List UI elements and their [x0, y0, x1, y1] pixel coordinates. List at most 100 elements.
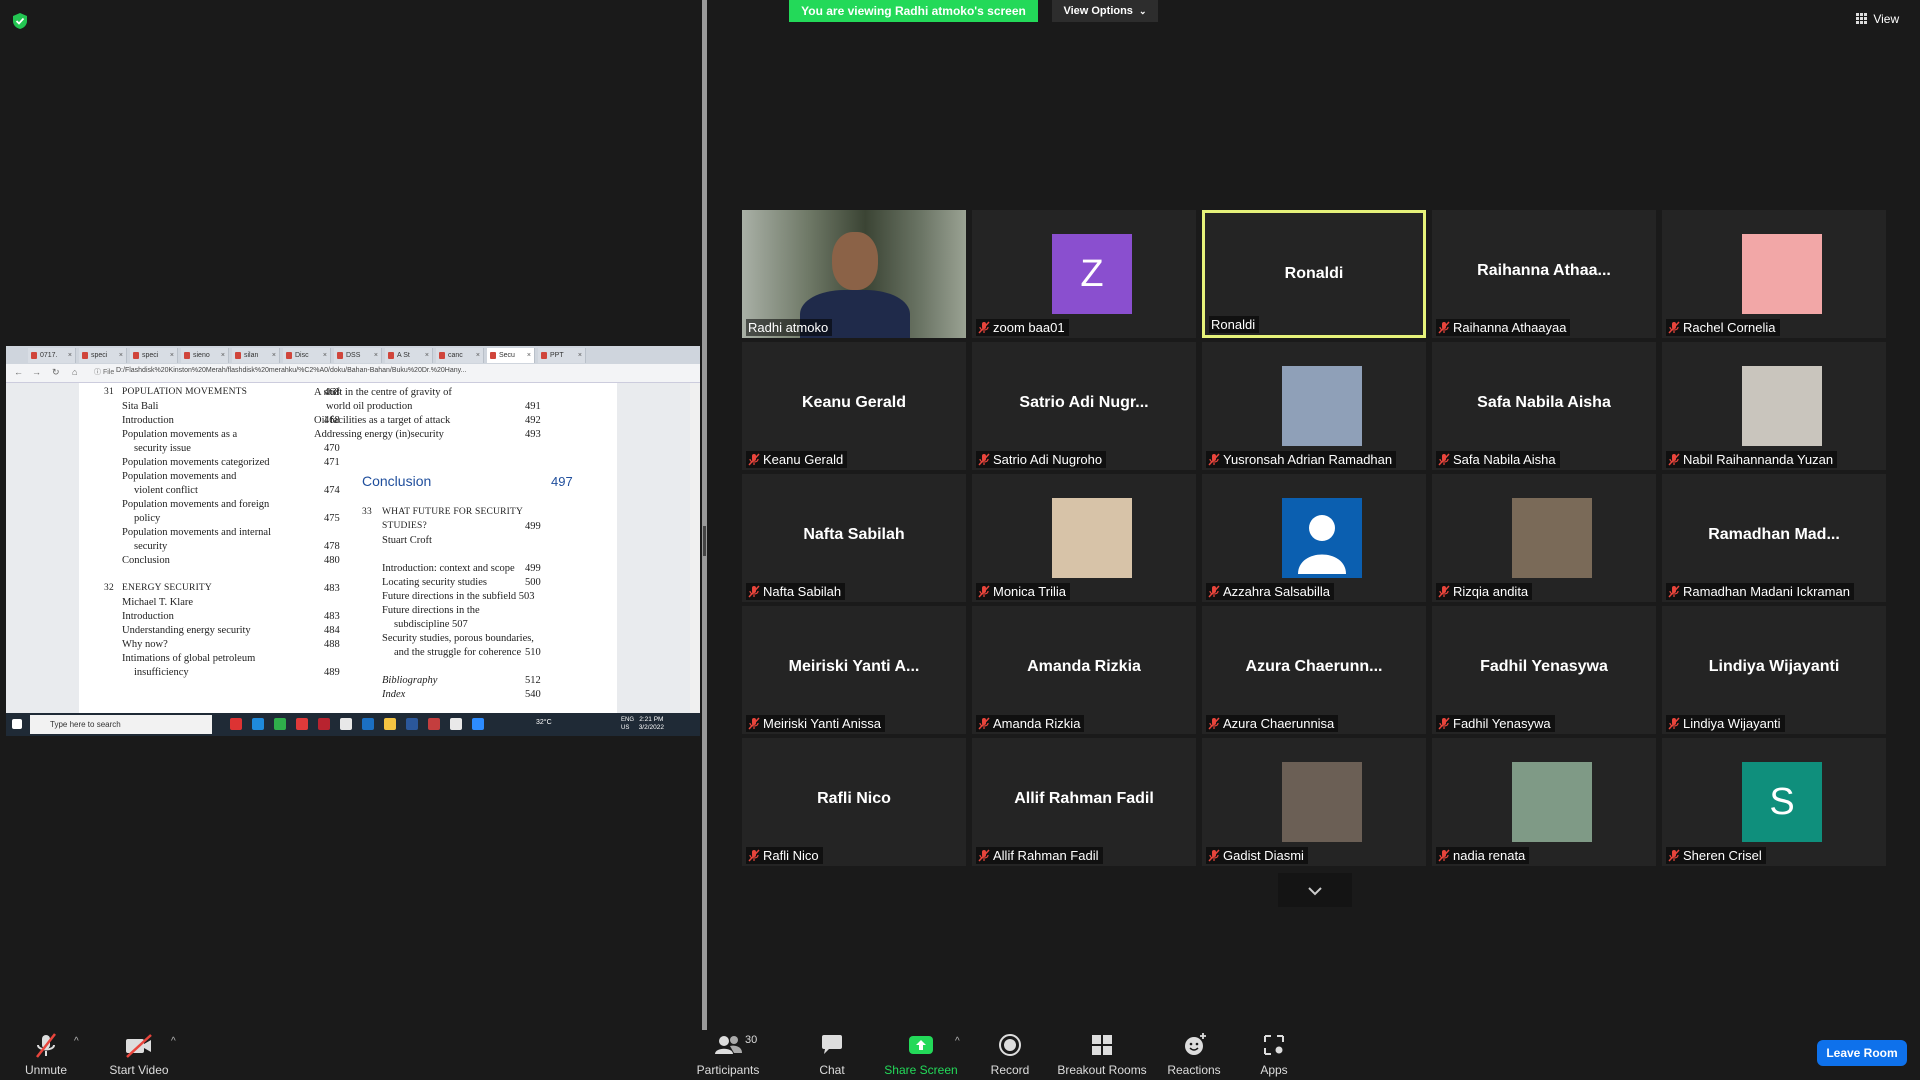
video-options-caret-icon[interactable]: ^	[171, 1036, 176, 1047]
participant-tile[interactable]: Lindiya Wijayanti Lindiya Wijayanti	[1662, 606, 1886, 734]
share-screen-button[interactable]: Share Screen	[878, 1030, 964, 1080]
pdf-page-number: 470	[324, 443, 340, 454]
participant-tile[interactable]: Nabil Raihannanda Yuzan	[1662, 342, 1886, 470]
participant-name: Ronaldi	[1211, 317, 1256, 332]
reactions-button[interactable]: Reactions	[1164, 1030, 1224, 1080]
browser-tab-label: Disc	[295, 352, 309, 359]
chat-button[interactable]: Chat	[802, 1030, 862, 1080]
pdf-toc-entry: A shift in the centre of gravity of	[314, 387, 452, 398]
participant-tile[interactable]: Meiriski Yanti A... Meiriski Yanti Anissa	[742, 606, 966, 734]
participant-display-name: Meiriski Yanti A...	[788, 658, 920, 675]
participant-tile[interactable]: nadia renata	[1432, 738, 1656, 866]
browser-tab: speci ×	[130, 348, 178, 363]
participant-display-name: Allif Rahman Fadil	[1014, 790, 1154, 807]
participant-name: Safa Nabila Aisha	[1453, 452, 1556, 467]
participant-tile[interactable]: S Sheren Crisel	[1662, 738, 1886, 866]
start-video-button[interactable]: Start Video	[104, 1030, 174, 1080]
mic-muted-icon	[748, 849, 760, 862]
participant-tile[interactable]: Azura Chaerunn... Azura Chaerunnisa	[1202, 606, 1426, 734]
gallery-next-page-button[interactable]	[1278, 873, 1352, 907]
participant-gallery: Radhi atmoko Zzoom baa01 Ronaldi Ronaldi Rai…	[742, 210, 1888, 870]
mic-muted-icon	[1438, 717, 1450, 730]
split-divider-grip[interactable]	[703, 526, 706, 556]
participant-name-label: Keanu Gerald	[746, 451, 848, 468]
participant-name-label: Ronaldi	[1209, 316, 1260, 333]
participant-tile[interactable]: Azzahra Salsabilla	[1202, 474, 1426, 602]
participant-name-label: nadia renata	[1436, 847, 1530, 864]
participant-display-name: Amanda Rizkia	[1027, 658, 1141, 675]
participant-tile[interactable]: Nafta Sabilah Nafta Sabilah	[742, 474, 966, 602]
view-button[interactable]: View	[1856, 8, 1906, 30]
participant-name-label: Azura Chaerunnisa	[1206, 715, 1339, 732]
mic-muted-icon	[748, 453, 760, 466]
mic-muted-icon	[36, 1033, 56, 1058]
view-options-button[interactable]: View Options ⌄	[1052, 0, 1158, 22]
taskbar-clock: 2:21 PM 3/2/2022	[639, 716, 664, 732]
windows-taskbar: Type here to search 32°C ENG US 2:21 PM …	[6, 713, 700, 736]
pdf-page-number: 540	[525, 689, 541, 700]
participant-tile[interactable]: Fadhil Yenasywa Fadhil Yenasywa	[1432, 606, 1656, 734]
pdf-page-number: 489	[324, 667, 340, 678]
pdf-page-number: 480	[324, 555, 340, 566]
participant-tile[interactable]: Ronaldi Ronaldi	[1202, 210, 1426, 338]
shared-screen-content: 0717. × speci × speci × sieno × silan × Disc × DSS × A…	[6, 346, 700, 736]
mic-muted-icon	[1438, 321, 1450, 334]
pdf-toc-entry: Index	[382, 689, 406, 700]
breakout-rooms-button[interactable]: Breakout Rooms	[1056, 1030, 1148, 1080]
share-options-caret-icon[interactable]: ^	[955, 1036, 960, 1047]
pdf-chapter-number: 32	[104, 583, 114, 593]
pdf-toc-entry: Oil facilities as a target of attack	[314, 415, 451, 426]
record-button[interactable]: Record	[980, 1030, 1040, 1080]
pdf-toc-entry: Introduction	[122, 611, 174, 622]
audio-options-caret-icon[interactable]: ^	[74, 1036, 79, 1047]
start-video-label: Start Video	[109, 1063, 169, 1077]
browser-tab-label: silan	[244, 352, 259, 359]
participant-name: Satrio Adi Nugroho	[993, 452, 1103, 467]
participant-tile[interactable]: Allif Rahman Fadil Allif Rahman Fadil	[972, 738, 1196, 866]
taskbar-app-icon	[428, 718, 440, 730]
participant-name-label: Ramadhan Madani Ickraman	[1666, 583, 1854, 600]
close-tab-icon: ×	[424, 352, 429, 359]
participant-tile[interactable]: Yusronsah Adrian Ramadhan	[1202, 342, 1426, 470]
mic-muted-icon	[978, 453, 990, 466]
participant-tile[interactable]: Radhi atmoko	[742, 210, 966, 338]
participant-name: Rafli Nico	[763, 848, 819, 863]
close-tab-icon: ×	[577, 352, 582, 359]
pdf-toc-entry: Addressing energy (in)security	[314, 429, 444, 440]
browser-tab-label: speci	[142, 352, 159, 359]
participant-tile[interactable]: Amanda Rizkia Amanda Rizkia	[972, 606, 1196, 734]
participant-tile[interactable]: Raihanna Athaa... Raihanna Athaayaa	[1432, 210, 1656, 338]
leave-room-button[interactable]: Leave Room	[1817, 1040, 1907, 1066]
viewing-screen-banner: You are viewing Radhi atmoko's screen	[789, 0, 1038, 22]
participant-tile[interactable]: Keanu Gerald Keanu Gerald	[742, 342, 966, 470]
participant-tile[interactable]: Rachel Cornelia	[1662, 210, 1886, 338]
browser-tab-label: sieno	[193, 352, 210, 359]
participant-tile[interactable]: Gadist Diasmi	[1202, 738, 1426, 866]
participant-tile[interactable]: Satrio Adi Nugr... Satrio Adi Nugroho	[972, 342, 1196, 470]
chevron-down-icon	[1308, 887, 1322, 896]
participant-tile[interactable]: Safa Nabila Aisha Safa Nabila Aisha	[1432, 342, 1656, 470]
participant-tile[interactable]: Rafli Nico Rafli Nico	[742, 738, 966, 866]
participant-face	[832, 232, 878, 290]
participant-name-label: Nabil Raihannanda Yuzan	[1666, 451, 1838, 468]
participant-display-name: Raihanna Athaa...	[1477, 262, 1611, 279]
participants-count: 30	[745, 1034, 758, 1046]
unmute-button[interactable]: Unmute	[16, 1030, 76, 1080]
split-divider[interactable]	[702, 0, 707, 1030]
participant-tile[interactable]: Monica Trilia	[972, 474, 1196, 602]
security-shield-icon[interactable]	[12, 12, 28, 30]
apps-button[interactable]: Apps	[1244, 1030, 1304, 1080]
pdf-page-number: 512	[525, 675, 541, 686]
pdf-page-number: 510	[525, 647, 541, 658]
participant-name: Rachel Cornelia	[1683, 320, 1776, 335]
mic-muted-icon	[1668, 717, 1680, 730]
participants-button[interactable]: 30 Participants	[690, 1030, 766, 1080]
pdf-chapter-number: 33	[362, 507, 372, 517]
close-tab-icon: ×	[526, 352, 531, 359]
participant-tile[interactable]: Ramadhan Mad... Ramadhan Madani Ickraman	[1662, 474, 1886, 602]
participant-tile[interactable]: Zzoom baa01	[972, 210, 1196, 338]
pdf-page-number: 488	[324, 639, 340, 650]
pdf-page-number: 499	[525, 521, 541, 532]
taskbar-app-icon	[318, 718, 330, 730]
participant-tile[interactable]: Rizqia andita	[1432, 474, 1656, 602]
